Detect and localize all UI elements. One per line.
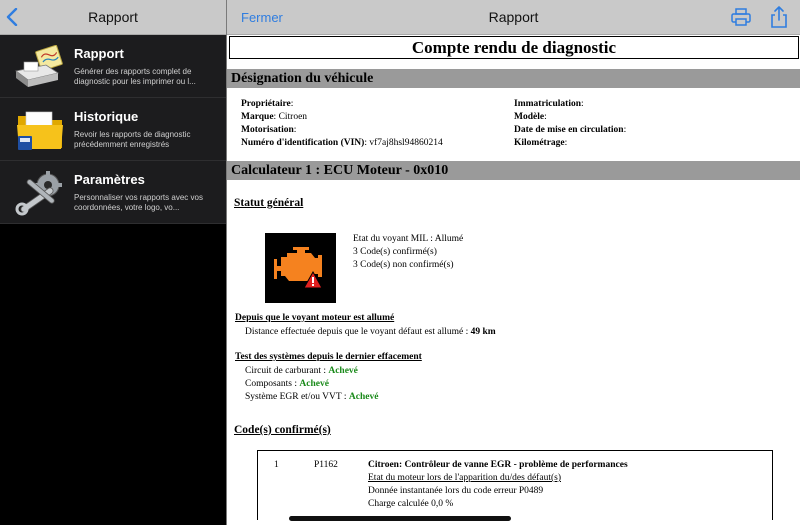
mil-status-lines: Etat du voyant MIL : Allumé 3 Code(s) co… (353, 233, 463, 272)
page-title: Rapport (488, 9, 539, 25)
folder-history-icon (17, 111, 63, 150)
code-id: P1162 (314, 460, 338, 470)
code-load: Charge calculée 0,0 % (368, 499, 454, 509)
model-row: Modèle: (514, 112, 547, 122)
test-row: Composants : Achevé (245, 379, 329, 389)
vehicle-left-column: Propriétaire: Marque: Citroen Motorisati… (241, 98, 443, 150)
code-state-link[interactable]: Etat du moteur lors de l'apparition du/d… (368, 472, 561, 485)
brand-row: Marque: Citroen (241, 112, 308, 122)
report-nav-bar: Fermer Rapport (227, 0, 800, 35)
engine-row: Motorisation: (241, 125, 297, 135)
sidebar-nav-bar: Rapport (0, 0, 226, 35)
vehicle-section-header: Désignation du véhicule (227, 69, 800, 88)
sidebar: Rapport Rapport Générer des rapports com… (0, 0, 226, 525)
sidebar-item-description: Personnaliser vos rapports avec vos coor… (74, 193, 203, 212)
mil-since-heading: Depuis que le voyant moteur est allumé (235, 313, 395, 323)
tests-heading: Test des systèmes depuis le dernier effa… (235, 352, 422, 362)
confirmed-codes-heading: Code(s) confirmé(s) (234, 424, 331, 436)
mil-status: Etat du voyant MIL : Allumé (353, 234, 464, 244)
owner-row: Propriétaire: (241, 99, 294, 109)
sidebar-item-description: Revoir les rapports de diagnostic précéd… (74, 130, 191, 149)
code-title: Citroen: Contrôleur de vanne EGR - probl… (368, 460, 628, 470)
confirmed-count: 3 Code(s) confirmé(s) (353, 247, 437, 257)
sidebar-item-historique[interactable]: Historique Revoir les rapports de diagno… (0, 98, 226, 161)
test-status: Achevé (299, 379, 329, 389)
sidebar-item-description: Générer des rapports complet de diagnost… (74, 67, 196, 86)
report-title: Compte rendu de diagnostic (229, 36, 799, 59)
test-status: Achevé (348, 392, 379, 402)
report-printer-icon (15, 45, 63, 87)
sidebar-item-title: Rapport (74, 46, 124, 61)
test-row: Circuit de carburant : Achevé (245, 366, 358, 376)
vehicle-right-column: Immatriculation: Modèle: Date de mise en… (514, 98, 626, 150)
unconfirmed-count: 3 Code(s) non confirmé(s) (353, 260, 454, 270)
sidebar-item-rapport[interactable]: Rapport Générer des rapports complet de … (0, 35, 226, 98)
tools-gear-icon (15, 171, 62, 216)
plate-row: Immatriculation: (514, 99, 584, 109)
code-freeze-frame: Donnée instantanée lors du code erreur P… (368, 486, 544, 496)
code-index: 1 (274, 460, 279, 470)
home-indicator[interactable] (289, 516, 511, 521)
sidebar-item-title: Paramètres (74, 172, 145, 187)
sidebar-item-title: Historique (74, 109, 139, 124)
engine-warning-icon (265, 233, 336, 303)
report-pane: Fermer Rapport Compte rendu de diagnosti… (226, 0, 800, 525)
test-status: Achevé (328, 366, 358, 376)
report-document[interactable]: Compte rendu de diagnostic Désignation d… (227, 36, 800, 525)
sidebar-item-parametres[interactable]: Paramètres Personnaliser vos rapports av… (0, 161, 226, 224)
registration-date-row: Date de mise en circulation: (514, 125, 627, 135)
mileage-row: Kilométrage: (514, 138, 568, 148)
share-icon[interactable] (770, 6, 788, 28)
general-status-heading: Statut général (234, 197, 304, 209)
print-icon[interactable] (731, 8, 751, 26)
test-row: Système EGR et/ou VVT : Achevé (245, 392, 379, 402)
code-entry: 1 P1162 Citroen: Contrôleur de vanne EGR… (257, 450, 773, 520)
ecu-section-header: Calculateur 1 : ECU Moteur - 0x010 (227, 161, 800, 180)
mil-distance-value: 49 km (470, 327, 496, 337)
vin-row: Numéro d'identification (VIN): vf7aj8hsl… (241, 138, 443, 148)
mil-distance-line: Distance effectuée depuis que le voyant … (245, 327, 496, 337)
sidebar-title: Rapport (88, 9, 138, 25)
tests-list: Circuit de carburant : Achevé Composants… (245, 365, 378, 404)
sidebar-menu: Rapport Générer des rapports complet de … (0, 35, 226, 224)
